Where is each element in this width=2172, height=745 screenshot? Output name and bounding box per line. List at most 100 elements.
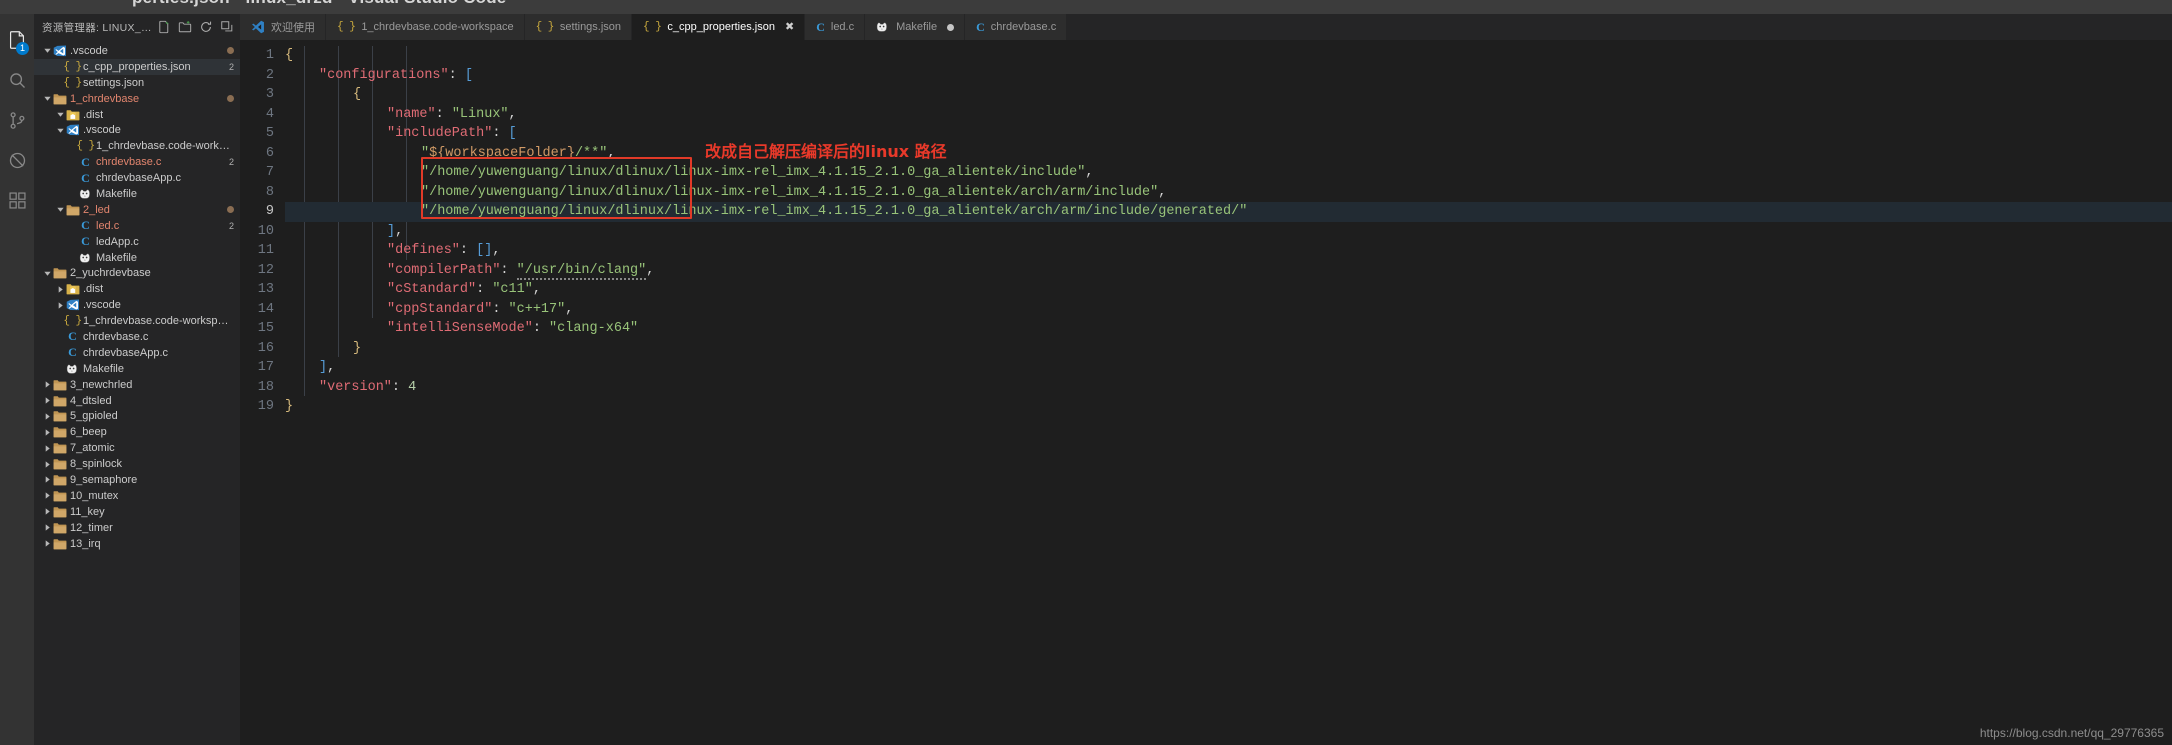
tree-item-chrdevbase-c[interactable]: Cchrdevbase.c [34, 329, 240, 345]
code-line[interactable]: "includePath": [ [285, 124, 2172, 144]
tree-item-9-semaphore[interactable]: 9_semaphore [34, 472, 240, 488]
tree-item--vscode[interactable]: .vscode [34, 122, 240, 138]
tree-item--dist[interactable]: .dist [34, 107, 240, 123]
tree-item--vscode[interactable]: .vscode [34, 43, 240, 59]
activity-explorer-icon[interactable]: 1 [0, 20, 34, 60]
modified-dot [227, 206, 234, 214]
activity-debug-icon[interactable] [0, 140, 34, 180]
folder-icon [52, 426, 67, 438]
tab-dirty-dot[interactable] [947, 23, 955, 31]
collapse-all-icon[interactable] [217, 18, 236, 37]
tree-item-c-cpp-properties-json[interactable]: { } c_cpp_properties.json 2 [34, 58, 240, 75]
tree-item-makefile[interactable]: Makefile [34, 186, 240, 202]
editor-tab-bar[interactable]: 欢迎使用 { } 1_chrdevbase.code-workspace { } set… [240, 14, 2172, 40]
tree-item-chrdevbaseapp-c[interactable]: CchrdevbaseApp.c [34, 170, 240, 186]
editor-tab-led-c[interactable]: Cled.c [805, 14, 866, 40]
code-line[interactable]: ], [285, 222, 2172, 242]
code-line[interactable]: ], [285, 358, 2172, 378]
code-line[interactable]: "/home/yuwenguang/linux/dlinux/linux-imx… [285, 202, 2172, 222]
tree-item-5-gpioled[interactable]: 5_gpioled [34, 408, 240, 424]
tree-item-label: led.c [96, 219, 120, 232]
tree-item-8-spinlock[interactable]: 8_spinlock [34, 456, 240, 472]
code-line[interactable]: "cppStandard": "c++17", [285, 300, 2172, 320]
chevron-right-icon[interactable] [55, 285, 65, 294]
code-line[interactable]: { [285, 85, 2172, 105]
code-line[interactable]: } [285, 339, 2172, 359]
tree-item-2-yuchrdevbase[interactable]: 2_yuchrdevbase [34, 265, 240, 281]
tree-item-led-c[interactable]: Cled.c 2 [34, 218, 240, 234]
code-line[interactable]: "compilerPath": "/usr/bin/clang", [285, 261, 2172, 281]
editor-viewport[interactable]: 1 2 3 4 5 6 7 8 9 10 11 12 13 14 15 16 17 18 19 {"configur… [240, 40, 2172, 745]
chevron-right-icon[interactable] [42, 444, 52, 453]
tree-item-settings-json[interactable]: { } settings.json [34, 75, 240, 91]
folder-icon [52, 538, 67, 550]
tree-item-12-timer[interactable]: 12_timer [34, 520, 240, 536]
tree-item-label: 1_chrdevbase.code-workspace [83, 315, 234, 328]
tab-close-icon[interactable]: ✖ [785, 21, 794, 33]
new-file-icon[interactable] [154, 18, 173, 37]
refresh-icon[interactable] [196, 18, 215, 37]
code-line[interactable]: { [285, 46, 2172, 66]
chevron-right-icon[interactable] [42, 523, 52, 532]
tree-item-1-chrdevbase[interactable]: 1_chrdevbase [34, 91, 240, 107]
activity-extensions-icon[interactable] [0, 180, 34, 220]
editor-tab-makefile[interactable]: Makefile [865, 14, 966, 40]
chevron-right-icon[interactable] [42, 460, 52, 469]
editor-tab-settings-json[interactable]: { } settings.json [524, 14, 633, 40]
tree-item-label: 6_beep [70, 426, 107, 439]
code-line[interactable]: "/home/yuwenguang/linux/dlinux/linux-imx… [285, 183, 2172, 203]
tree-item-1-chrdevbase-code-workspace[interactable]: { } 1_chrdevbase.code-workspace [34, 138, 240, 154]
tree-item-6-beep[interactable]: 6_beep [34, 424, 240, 440]
code-line[interactable]: "${workspaceFolder}/**", [285, 144, 2172, 164]
chevron-right-icon[interactable] [42, 428, 52, 437]
chevron-right-icon[interactable] [42, 396, 52, 405]
code-line[interactable]: "/home/yuwenguang/linux/dlinux/linux-imx… [285, 163, 2172, 183]
tree-item--dist[interactable]: .dist [34, 281, 240, 297]
chevron-down-icon[interactable] [55, 205, 65, 214]
tree-item-2-led[interactable]: 2_led [34, 202, 240, 218]
editor-tab-chrdevbase-c[interactable]: Cchrdevbase.c [965, 14, 1068, 40]
chevron-down-icon[interactable] [42, 94, 52, 103]
folder-vscode-icon [65, 124, 80, 136]
file-tree[interactable]: .vscode{ } c_cpp_properties.json 2{ } setti… [34, 40, 240, 745]
chevron-right-icon[interactable] [55, 301, 65, 310]
tree-item--vscode[interactable]: .vscode [34, 297, 240, 313]
chevron-right-icon[interactable] [42, 412, 52, 421]
code-line[interactable]: "version": 4 [285, 378, 2172, 398]
chevron-right-icon[interactable] [42, 475, 52, 484]
chevron-right-icon[interactable] [42, 507, 52, 516]
chevron-down-icon[interactable] [55, 126, 65, 135]
tree-item-1-chrdevbase-code-workspace[interactable]: { } 1_chrdevbase.code-workspace [34, 313, 240, 329]
chevron-right-icon[interactable] [42, 491, 52, 500]
code-line[interactable]: "configurations": [ [285, 66, 2172, 86]
code-line[interactable]: "name": "Linux", [285, 105, 2172, 125]
chevron-right-icon[interactable] [42, 539, 52, 548]
tree-item-makefile[interactable]: Makefile [34, 250, 240, 266]
watermark-text: https://blog.csdn.net/qq_29776365 [1979, 726, 2164, 740]
activity-search-icon[interactable] [0, 60, 34, 100]
tree-item-10-mutex[interactable]: 10_mutex [34, 488, 240, 504]
code-line[interactable]: } [285, 397, 2172, 417]
chevron-down-icon[interactable] [42, 269, 52, 278]
tree-item-13-irq[interactable]: 13_irq [34, 536, 240, 552]
code-line[interactable]: "cStandard": "c11", [285, 280, 2172, 300]
chevron-right-icon[interactable] [42, 380, 52, 389]
editor-tab-1-chrdevbase-code-workspace[interactable]: { } 1_chrdevbase.code-workspace [326, 14, 525, 40]
editor-tab-c-cpp-properties-json[interactable]: { } c_cpp_properties.json ✖ [632, 14, 806, 40]
tree-item-ledapp-c[interactable]: CledApp.c [34, 234, 240, 250]
code-line[interactable]: "defines": [], [285, 241, 2172, 261]
tree-item-7-atomic[interactable]: 7_atomic [34, 440, 240, 456]
code-line[interactable]: "intelliSenseMode": "clang-x64" [285, 319, 2172, 339]
tree-item-chrdevbase-c[interactable]: Cchrdevbase.c 2 [34, 154, 240, 170]
editor-tab-欢迎使用[interactable]: 欢迎使用 [240, 14, 326, 40]
tree-item-3-newchrled[interactable]: 3_newchrled [34, 377, 240, 393]
tree-item-makefile[interactable]: Makefile [34, 361, 240, 377]
chevron-down-icon[interactable] [42, 46, 52, 55]
tree-item-chrdevbaseapp-c[interactable]: CchrdevbaseApp.c [34, 345, 240, 361]
code-content[interactable]: {"configurations": [{"name": "Linux", "in… [285, 40, 2172, 745]
tree-item-11-key[interactable]: 11_key [34, 504, 240, 520]
tree-item-4-dtsled[interactable]: 4_dtsled [34, 393, 240, 409]
chevron-down-icon[interactable] [55, 110, 65, 119]
new-folder-icon[interactable] [175, 18, 194, 37]
activity-source-control-icon[interactable] [0, 100, 34, 140]
